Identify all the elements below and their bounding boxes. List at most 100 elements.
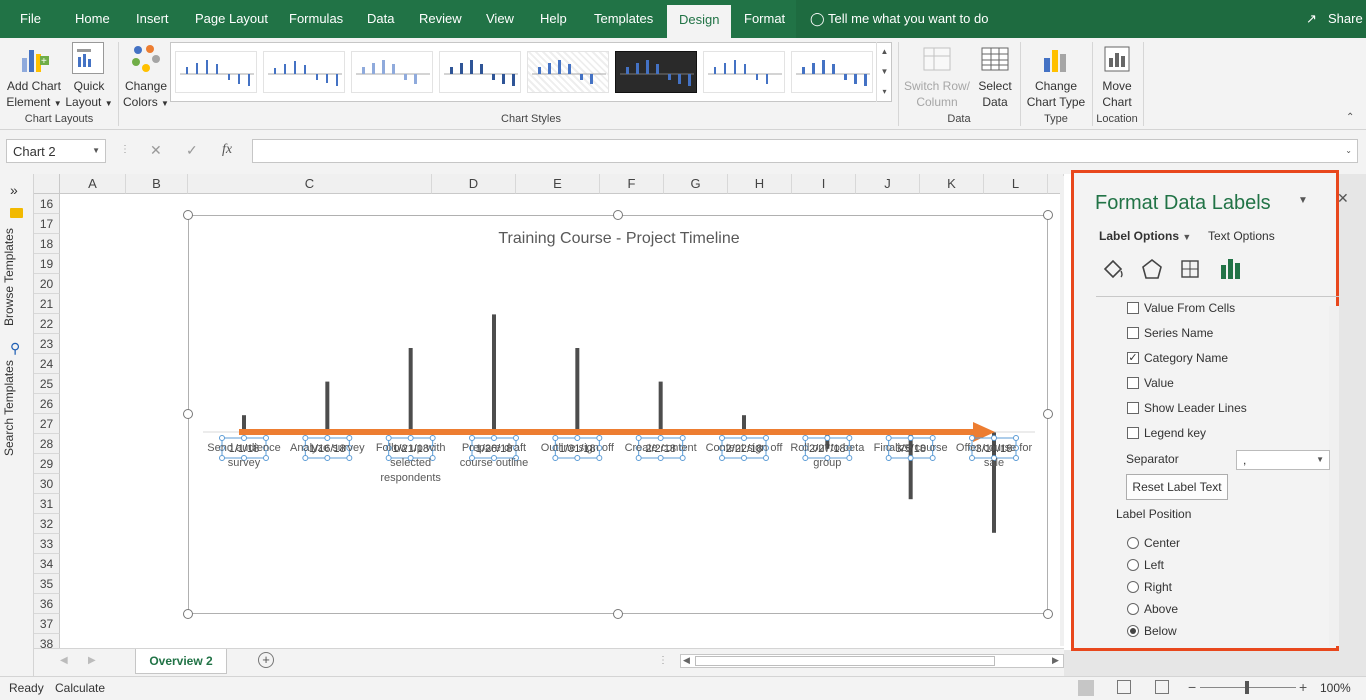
switch-row-column-button[interactable]: Switch Row/ Column: [902, 78, 972, 110]
data-label-handle[interactable]: [263, 435, 269, 441]
tab-design[interactable]: Design: [667, 5, 732, 38]
chevron-down-icon[interactable]: ▼: [92, 146, 100, 155]
folder-icon[interactable]: [10, 208, 23, 218]
share-button[interactable]: Share: [1328, 11, 1363, 26]
data-label-category[interactable]: Analyze survey: [290, 442, 365, 454]
data-label-category[interactable]: Create content: [625, 442, 697, 454]
row-header[interactable]: 17: [34, 214, 60, 234]
data-label-handle[interactable]: [885, 435, 892, 441]
effects-pentagon-icon[interactable]: [1140, 257, 1164, 281]
resize-handle[interactable]: [183, 210, 193, 220]
row-header[interactable]: 19: [34, 254, 60, 274]
data-label-handle[interactable]: [719, 435, 725, 441]
page-break-view-icon[interactable]: [1155, 680, 1169, 694]
select-data-button[interactable]: Select Data: [972, 78, 1018, 110]
row-header[interactable]: 34: [34, 554, 60, 574]
row-header[interactable]: 21: [34, 294, 60, 314]
data-label-handle[interactable]: [219, 455, 225, 461]
more-icon[interactable]: ▾: [877, 82, 892, 102]
reset-label-text-button[interactable]: Reset Label Text: [1126, 474, 1228, 500]
browse-templates-tab[interactable]: Browse Templates: [2, 228, 22, 326]
data-label-handle[interactable]: [346, 455, 353, 461]
data-label-handle[interactable]: [1013, 455, 1019, 461]
column-header[interactable]: H: [728, 174, 792, 194]
data-label-handle[interactable]: [907, 455, 914, 461]
formula-input[interactable]: ⌄: [252, 139, 1358, 163]
checkbox-show-leader-lines[interactable]: [1127, 402, 1139, 414]
data-label-handle[interactable]: [469, 435, 475, 441]
row-header[interactable]: 35: [34, 574, 60, 594]
row-header[interactable]: 29: [34, 454, 60, 474]
chart-bar[interactable]: [575, 348, 580, 432]
row-header[interactable]: 26: [34, 394, 60, 414]
chart-style-thumbnail-7[interactable]: [703, 51, 785, 93]
close-icon[interactable]: ✕: [1337, 190, 1349, 207]
data-label-handle[interactable]: [635, 435, 642, 441]
row-header[interactable]: 37: [34, 614, 60, 634]
chevron-up-icon[interactable]: ▲: [877, 42, 892, 62]
label-options-bar-chart-icon[interactable]: [1218, 255, 1244, 281]
data-label-handle[interactable]: [929, 435, 936, 441]
zoom-level[interactable]: 100%: [1320, 681, 1351, 695]
data-label-handle[interactable]: [429, 435, 436, 441]
data-label-handle[interactable]: [991, 435, 997, 441]
chevron-down-icon[interactable]: ⌄: [1345, 146, 1352, 155]
data-label-handle[interactable]: [552, 435, 559, 441]
data-label-handle[interactable]: [513, 435, 519, 441]
data-label-handle[interactable]: [263, 455, 269, 461]
change-chart-type-button[interactable]: Change Chart Type: [1022, 78, 1090, 110]
row-header[interactable]: 23: [34, 334, 60, 354]
tab-page-layout[interactable]: Page Layout: [195, 11, 268, 26]
tab-data[interactable]: Data: [367, 11, 394, 26]
checkbox-category-name[interactable]: ✓: [1127, 352, 1139, 364]
chart-area[interactable]: Training Course - Project Timeline 1/1/1…: [188, 215, 1048, 614]
timeline-chart[interactable]: Training Course - Project Timeline 1/1/1…: [189, 216, 1049, 615]
column-header[interactable]: D: [432, 174, 516, 194]
column-header[interactable]: I: [792, 174, 856, 194]
resize-handle[interactable]: [613, 609, 623, 619]
tab-text-options[interactable]: Text Options: [1208, 229, 1275, 243]
chevron-down-icon[interactable]: ▼: [877, 62, 892, 82]
radio-right[interactable]: [1127, 581, 1139, 593]
resize-handle[interactable]: [1043, 609, 1053, 619]
chart-style-thumbnail-1[interactable]: [175, 51, 257, 93]
row-header[interactable]: 30: [34, 474, 60, 494]
tab-insert[interactable]: Insert: [136, 11, 169, 26]
zoom-in-icon[interactable]: +: [1299, 679, 1307, 695]
data-label-handle[interactable]: [657, 455, 664, 461]
data-label-category[interactable]: Follow up with selected respondents: [376, 442, 446, 484]
tab-format[interactable]: Format: [744, 11, 785, 26]
resize-handle[interactable]: [183, 409, 193, 419]
data-label-handle[interactable]: [324, 455, 331, 461]
radio-left[interactable]: [1127, 559, 1139, 571]
row-header[interactable]: 32: [34, 514, 60, 534]
data-label-handle[interactable]: [574, 455, 581, 461]
row-header[interactable]: 33: [34, 534, 60, 554]
chart-style-thumbnail-4[interactable]: [439, 51, 521, 93]
data-label-handle[interactable]: [596, 435, 603, 441]
column-header[interactable]: A: [60, 174, 126, 194]
gallery-scroll[interactable]: ▲ ▼ ▾: [876, 42, 892, 102]
data-label-handle[interactable]: [407, 435, 414, 441]
normal-view-icon[interactable]: [1078, 680, 1094, 696]
tab-file[interactable]: File: [20, 11, 41, 26]
checkbox-value[interactable]: [1127, 377, 1139, 389]
data-label-handle[interactable]: [802, 435, 809, 441]
chart-bar[interactable]: [492, 314, 496, 432]
zoom-out-icon[interactable]: −: [1188, 679, 1196, 695]
column-header[interactable]: E: [516, 174, 600, 194]
data-label-handle[interactable]: [907, 435, 914, 441]
row-header[interactable]: 24: [34, 354, 60, 374]
data-label-handle[interactable]: [491, 435, 497, 441]
tab-label-options[interactable]: Label Options ▼: [1099, 229, 1191, 243]
add-chart-element-button[interactable]: Add Chart Element ▼: [4, 78, 64, 112]
search-icon[interactable]: ⚲: [10, 340, 20, 357]
column-header[interactable]: F: [600, 174, 664, 194]
chart-style-thumbnail-5[interactable]: [527, 51, 609, 93]
data-label-category[interactable]: Content sign off: [706, 442, 784, 454]
scroll-right-icon[interactable]: ▶: [88, 655, 96, 666]
data-label-category[interactable]: Finalize course: [874, 442, 948, 454]
data-label-handle[interactable]: [846, 455, 853, 461]
checkbox-series-name[interactable]: [1127, 327, 1139, 339]
name-box[interactable]: Chart 2 ▼: [6, 139, 106, 163]
